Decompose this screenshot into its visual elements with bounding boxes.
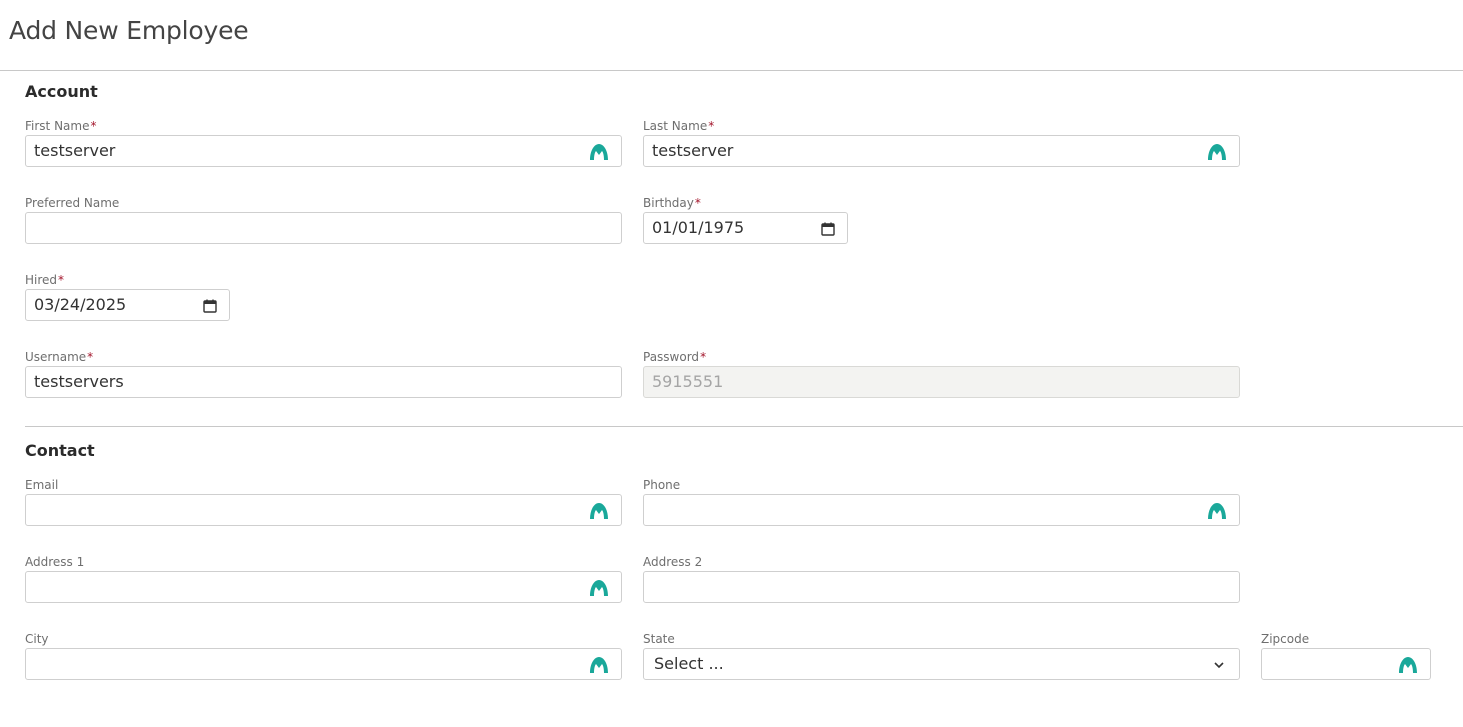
- state-select[interactable]: Select ...: [643, 648, 1240, 680]
- first-name-input[interactable]: testserver: [25, 135, 622, 167]
- autofill-icon[interactable]: [589, 142, 609, 162]
- username-input[interactable]: testservers: [25, 366, 622, 398]
- preferred-name-input[interactable]: [25, 212, 622, 244]
- header-divider: [0, 70, 1463, 71]
- birthday-label: Birthday*: [643, 196, 701, 210]
- calendar-icon[interactable]: [821, 222, 835, 236]
- add-employee-page: Add New Employee Account First Name* tes…: [0, 0, 1463, 727]
- hired-value: 03/24/2025: [34, 295, 127, 314]
- birthday-date-input[interactable]: 01/01/1975: [643, 212, 848, 244]
- section-divider: [25, 426, 1463, 427]
- contact-section-title: Contact: [25, 441, 95, 460]
- account-section-title: Account: [25, 82, 98, 101]
- birthday-value: 01/01/1975: [652, 218, 745, 237]
- email-input[interactable]: [25, 494, 622, 526]
- username-value: testservers: [34, 372, 124, 391]
- phone-input[interactable]: [643, 494, 1240, 526]
- autofill-icon[interactable]: [1207, 142, 1227, 162]
- hired-label: Hired*: [25, 273, 65, 287]
- address2-label: Address 2: [643, 555, 703, 569]
- username-label: Username*: [25, 350, 94, 364]
- password-value: 5915551: [652, 372, 724, 391]
- state-label: State: [643, 632, 675, 646]
- last-name-value: testserver: [652, 141, 734, 160]
- password-input: 5915551: [643, 366, 1240, 398]
- preferred-name-label: Preferred Name: [25, 196, 120, 210]
- address2-input[interactable]: [643, 571, 1240, 603]
- autofill-icon[interactable]: [1207, 501, 1227, 521]
- required-marker: *: [87, 350, 94, 364]
- address1-label: Address 1: [25, 555, 85, 569]
- hired-date-input[interactable]: 03/24/2025: [25, 289, 230, 321]
- required-marker: *: [708, 119, 715, 133]
- required-marker: *: [90, 119, 97, 133]
- last-name-label: Last Name*: [643, 119, 715, 133]
- city-label: City: [25, 632, 49, 646]
- autofill-icon[interactable]: [1398, 655, 1418, 675]
- email-label: Email: [25, 478, 59, 492]
- first-name-value: testserver: [34, 141, 116, 160]
- zipcode-input[interactable]: [1261, 648, 1431, 680]
- calendar-icon[interactable]: [203, 299, 217, 313]
- required-marker: *: [700, 350, 707, 364]
- password-label: Password*: [643, 350, 707, 364]
- address1-input[interactable]: [25, 571, 622, 603]
- autofill-icon[interactable]: [589, 501, 609, 521]
- phone-label: Phone: [643, 478, 681, 492]
- last-name-input[interactable]: testserver: [643, 135, 1240, 167]
- zipcode-label: Zipcode: [1261, 632, 1310, 646]
- autofill-icon[interactable]: [589, 578, 609, 598]
- chevron-down-icon[interactable]: [1213, 659, 1225, 671]
- state-selected-value: Select ...: [654, 654, 724, 673]
- page-title: Add New Employee: [9, 16, 249, 45]
- city-input[interactable]: [25, 648, 622, 680]
- required-marker: *: [694, 196, 701, 210]
- first-name-label: First Name*: [25, 119, 97, 133]
- required-marker: *: [58, 273, 65, 287]
- autofill-icon[interactable]: [589, 655, 609, 675]
